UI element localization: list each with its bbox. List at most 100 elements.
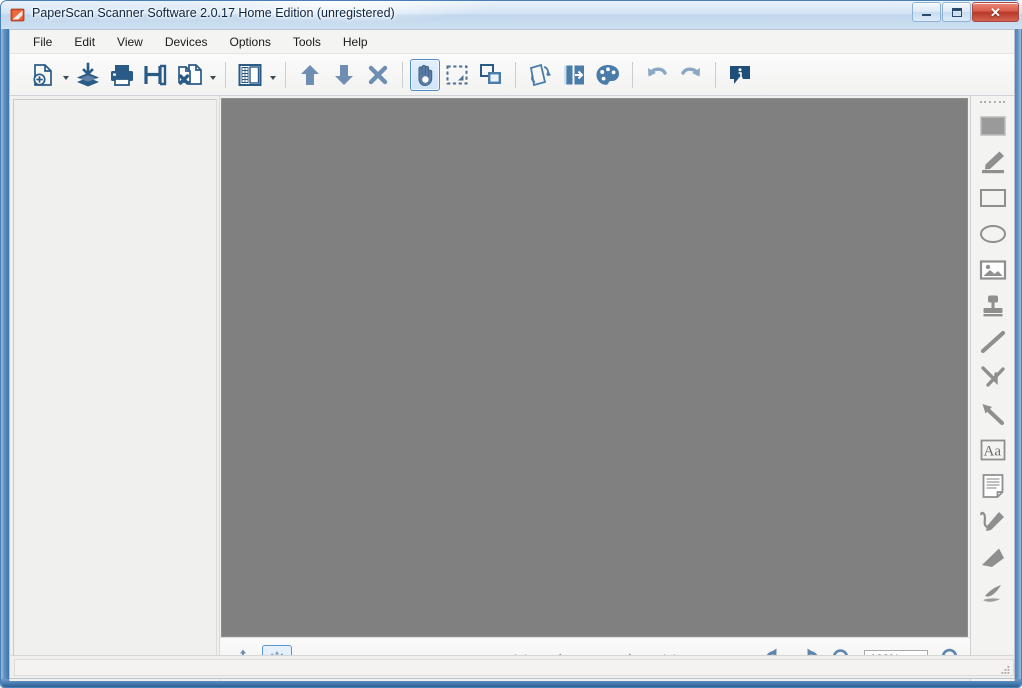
toolbar-separator — [632, 61, 633, 88]
maximize-icon — [951, 7, 962, 17]
window-title: PaperScan Scanner Software 2.0.17 Home E… — [32, 6, 395, 20]
deskew-button[interactable] — [523, 59, 557, 91]
tool-filled-rectangle[interactable] — [975, 108, 1011, 144]
color-adjust-button[interactable] — [591, 59, 625, 91]
new-document-icon — [33, 63, 52, 86]
save-button[interactable] — [139, 59, 173, 91]
svg-text:Aa: Aa — [983, 444, 1001, 460]
minimize-button[interactable] — [912, 2, 941, 22]
hand-icon — [418, 64, 433, 86]
split-page-icon — [564, 65, 584, 84]
tool-image[interactable] — [975, 252, 1011, 288]
delete-page-button[interactable] — [173, 59, 207, 91]
panel-layout-icon — [238, 63, 262, 86]
arrow-icon — [982, 404, 1004, 425]
color-palette-icon — [596, 64, 620, 85]
viewer-column: 0/0 — [220, 96, 970, 681]
marquee-select-icon — [446, 65, 468, 84]
toolbar-separator — [285, 61, 286, 88]
tool-arrow[interactable] — [975, 396, 1011, 432]
toolbar-separator — [402, 61, 403, 88]
title-bar[interactable]: PaperScan Scanner Software 2.0.17 Home E… — [1, 1, 1022, 29]
polygon-icon — [981, 548, 1004, 567]
panel-layout-button[interactable] — [233, 59, 267, 91]
select-tool-button[interactable] — [440, 59, 474, 91]
image-icon — [979, 260, 1006, 280]
close-page-button[interactable] — [361, 59, 395, 91]
paperscan-icon — [10, 7, 26, 23]
menu-item-view[interactable]: View — [106, 32, 154, 52]
menu-item-devices[interactable]: Devices — [154, 32, 219, 52]
application-window: PaperScan Scanner Software 2.0.17 Home E… — [0, 0, 1022, 688]
ellipse-icon — [979, 225, 1006, 243]
palette-drag-handle[interactable] — [979, 99, 1006, 105]
menu-item-help[interactable]: Help — [332, 32, 379, 52]
deskew-icon — [529, 63, 551, 86]
info-button[interactable] — [723, 59, 757, 91]
maximize-button[interactable] — [942, 2, 971, 22]
pencil-curve-icon — [979, 511, 1004, 531]
undo-button[interactable] — [640, 59, 674, 91]
move-down-button[interactable] — [327, 59, 361, 91]
status-message — [14, 658, 1014, 676]
thumbnail-panel[interactable] — [10, 96, 220, 681]
move-up-button[interactable] — [293, 59, 327, 91]
text-aa-icon: Aa — [980, 439, 1005, 461]
crop-icon — [480, 63, 501, 84]
polyline-icon — [980, 366, 1005, 387]
redo-icon — [681, 66, 700, 76]
blot-icon — [982, 585, 1001, 602]
tool-blot[interactable] — [975, 576, 1011, 612]
window-frame-left — [1, 29, 9, 687]
window-controls: ✕ — [912, 2, 1019, 22]
close-button[interactable]: ✕ — [972, 2, 1019, 22]
panel-layout-dropdown[interactable] — [267, 59, 278, 91]
document-canvas[interactable] — [221, 98, 968, 637]
menu-item-tools[interactable]: Tools — [282, 32, 332, 52]
new-document-button[interactable] — [26, 59, 60, 91]
toolbar-separator — [225, 61, 226, 88]
acquire-images-button[interactable] — [71, 59, 105, 91]
menu-item-options[interactable]: Options — [219, 32, 282, 52]
toolbar-separator — [715, 61, 716, 88]
menu-item-file[interactable]: File — [22, 32, 63, 52]
highlighter-icon — [981, 151, 1004, 174]
menu-item-edit[interactable]: Edit — [63, 32, 106, 52]
close-icon: ✕ — [990, 4, 1001, 20]
tool-rectangle[interactable] — [975, 180, 1011, 216]
tool-stamp[interactable] — [975, 288, 1011, 324]
tool-ellipse[interactable] — [975, 216, 1011, 252]
crop-button[interactable] — [474, 59, 508, 91]
cross-icon — [368, 65, 388, 84]
printer-icon — [111, 64, 133, 86]
save-icon — [144, 64, 167, 85]
resize-grip-icon[interactable] — [999, 664, 1011, 676]
arrow-up-icon — [301, 64, 319, 85]
menu-bar: File Edit View Devices Options Tools Hel… — [10, 30, 1014, 54]
tool-note[interactable] — [975, 468, 1011, 504]
minimize-icon — [922, 14, 931, 16]
toolbar-separator — [515, 61, 516, 88]
split-page-button[interactable] — [557, 59, 591, 91]
new-document-dropdown[interactable] — [60, 59, 71, 91]
stamp-icon — [983, 295, 1002, 317]
line-icon — [980, 330, 1005, 354]
annotation-tool-palette: Aa — [970, 96, 1014, 681]
thumbnail-list[interactable] — [13, 99, 217, 679]
tool-highlighter[interactable] — [975, 144, 1011, 180]
pan-tool-button[interactable] — [410, 58, 440, 91]
rectangle-outline-icon — [979, 189, 1006, 207]
main-toolbar — [10, 54, 1014, 96]
tool-polygon[interactable] — [975, 540, 1011, 576]
print-button[interactable] — [105, 59, 139, 91]
tool-polyline[interactable] — [975, 360, 1011, 396]
workspace: 0/0 — [10, 96, 1014, 681]
redo-button[interactable] — [674, 59, 708, 91]
delete-page-dropdown[interactable] — [207, 59, 218, 91]
status-bar — [9, 655, 1015, 679]
filled-rectangle-icon — [979, 116, 1006, 136]
tool-pencil[interactable] — [975, 504, 1011, 540]
arrow-down-icon — [335, 64, 353, 85]
tool-text[interactable]: Aa — [975, 432, 1011, 468]
tool-line[interactable] — [975, 324, 1011, 360]
